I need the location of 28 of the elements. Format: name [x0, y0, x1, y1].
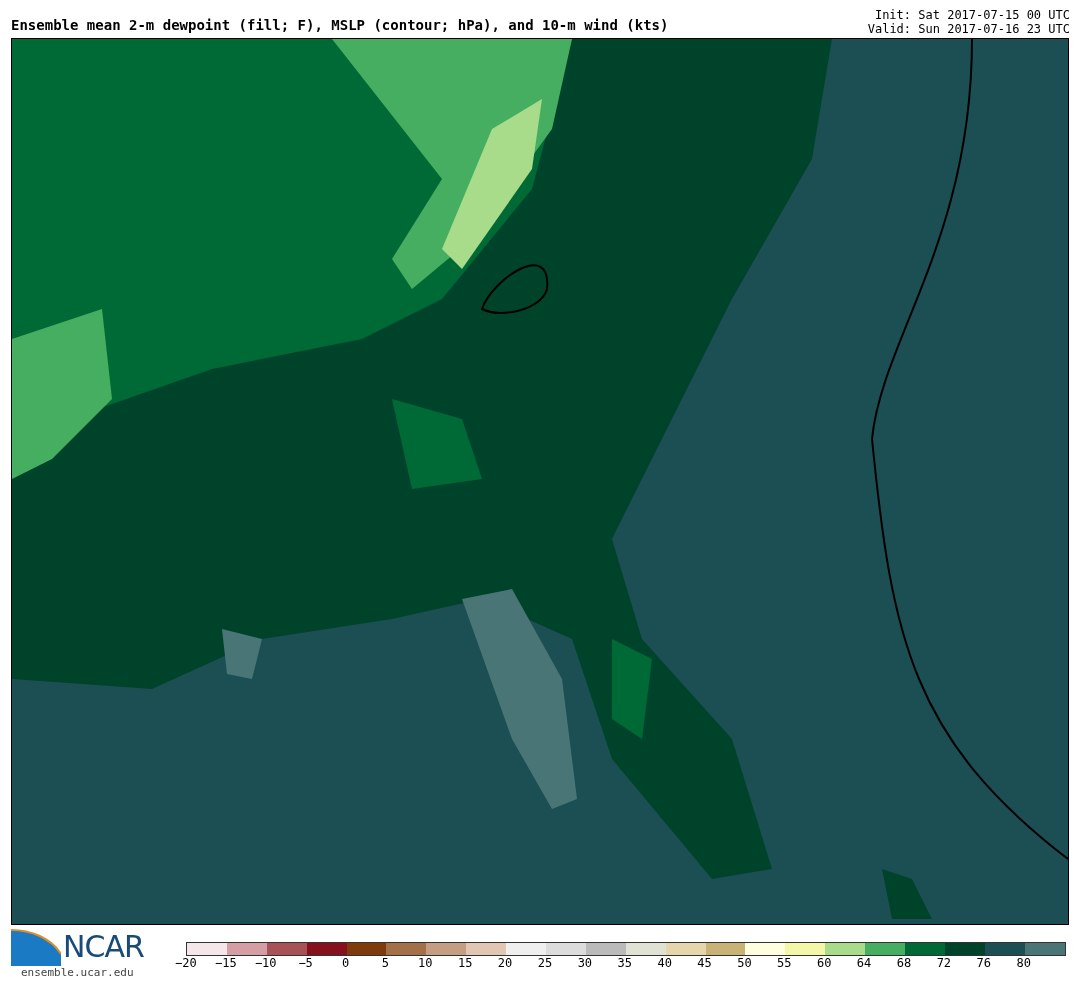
site-url: ensemble.ucar.edu: [21, 966, 135, 979]
scale-label: 50: [736, 956, 753, 970]
logo-text: NCAR: [63, 930, 144, 964]
scale-label: −10: [253, 956, 278, 970]
scale-label: −15: [214, 956, 238, 970]
scale-label: 68: [895, 956, 913, 970]
scale-label: 40: [656, 956, 673, 970]
scale-label: 20: [496, 956, 514, 970]
scale-label: 80: [1015, 956, 1032, 970]
init-time: Init: Sat 2017-07-15 00 UTC: [874, 8, 1070, 22]
scale-label: 45: [696, 956, 713, 970]
scale-label: 30: [576, 956, 594, 970]
swoosh-icon: [11, 928, 61, 966]
scale-label: 15: [456, 956, 474, 970]
scale-label: −5: [297, 956, 314, 970]
scale-label: 64: [855, 956, 873, 970]
scale-label: 35: [616, 956, 633, 970]
scale-label: 76: [975, 956, 992, 970]
scale-label: 25: [536, 956, 554, 970]
scale-label: 72: [935, 956, 953, 970]
scale-label: 10: [417, 956, 434, 970]
chart-title: Ensemble mean 2-m dewpoint (fill; F), MSLP (contour; hPa), and 10-m wind (kts): [11, 17, 669, 35]
valid-time: Valid: Sun 2017-07-16 23 UTC: [867, 22, 1070, 36]
scale-label: 60: [815, 956, 833, 970]
scale-label: 5: [380, 956, 390, 970]
scale-label: −20: [174, 956, 198, 970]
scale-label: 55: [776, 956, 793, 970]
scale-label: 0: [340, 956, 351, 970]
